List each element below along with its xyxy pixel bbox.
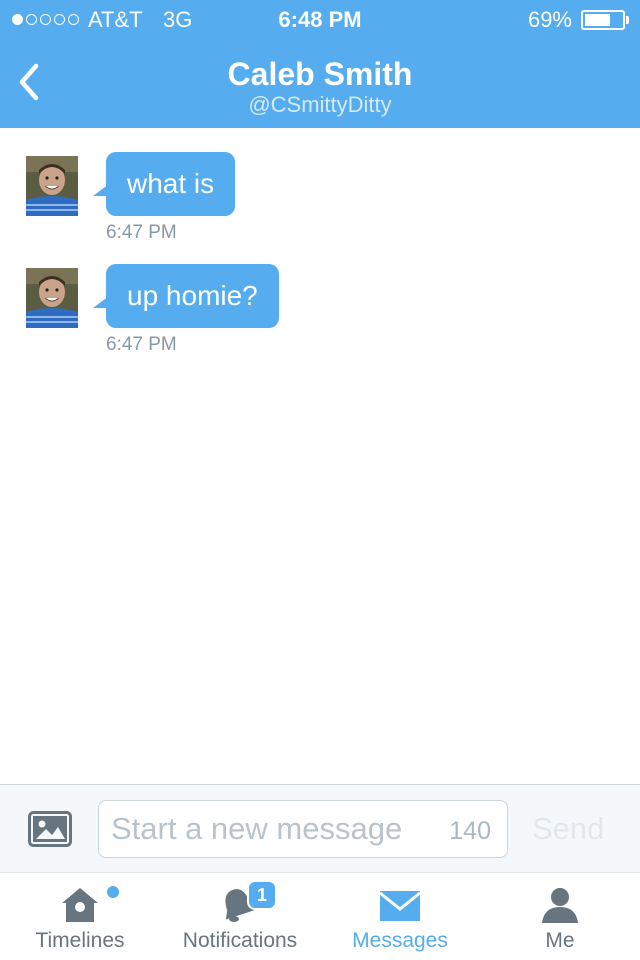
message-bubble[interactable]: what is bbox=[106, 152, 236, 216]
tab-label: Me bbox=[545, 929, 575, 952]
avatar[interactable] bbox=[26, 268, 78, 328]
status-bar: AT&T 3G 6:48 PM 69% bbox=[0, 0, 640, 40]
image-icon bbox=[28, 811, 72, 847]
tab-timelines[interactable]: Timelines bbox=[0, 873, 160, 960]
navigation-header: AT&T 3G 6:48 PM 69% Caleb Smith @CSmitty… bbox=[0, 0, 640, 128]
avatar[interactable] bbox=[26, 156, 78, 216]
tab-notifications[interactable]: 1 Notifications bbox=[160, 873, 320, 960]
tab-messages[interactable]: Messages bbox=[320, 873, 480, 960]
message-item: up homie? 6:47 PM bbox=[0, 240, 640, 355]
notification-count-badge: 1 bbox=[247, 880, 277, 910]
send-button[interactable]: Send bbox=[532, 809, 604, 849]
message-timestamp: 6:47 PM bbox=[106, 334, 177, 355]
tab-label: Messages bbox=[352, 929, 448, 952]
message-composer: 140 Send bbox=[0, 784, 640, 872]
conversation-handle[interactable]: @CSmittyDitty bbox=[0, 92, 640, 118]
tab-me[interactable]: Me bbox=[480, 873, 640, 960]
message-input[interactable] bbox=[111, 809, 431, 849]
tab-label: Notifications bbox=[182, 929, 298, 952]
battery-percent: 69% bbox=[527, 7, 572, 32]
conversation-title[interactable]: Caleb Smith bbox=[0, 56, 640, 92]
message-bubble[interactable]: up homie? bbox=[106, 264, 279, 328]
tab-label: Timelines bbox=[35, 929, 125, 952]
tab-bar: Timelines 1 Notifications Messages Me bbox=[0, 872, 640, 960]
message-item: what is 6:47 PM bbox=[0, 128, 640, 243]
envelope-icon bbox=[379, 891, 421, 921]
new-content-dot bbox=[107, 886, 119, 898]
message-input-box: 140 bbox=[98, 800, 508, 858]
add-photo-button[interactable] bbox=[28, 811, 72, 847]
message-thread[interactable]: what is 6:47 PM up homie? 6:47 PM bbox=[0, 128, 640, 784]
home-icon bbox=[62, 888, 98, 922]
person-icon bbox=[542, 888, 578, 923]
character-counter: 140 bbox=[449, 817, 491, 845]
battery-icon bbox=[581, 10, 625, 30]
